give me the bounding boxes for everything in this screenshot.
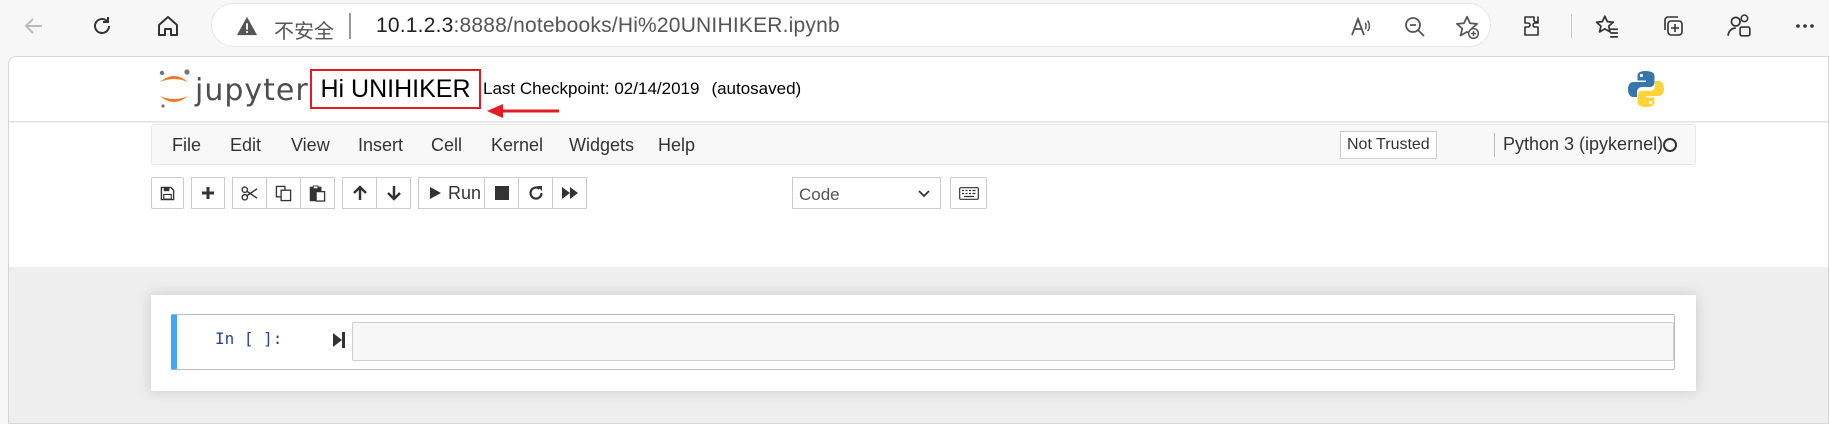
copy-icon (275, 185, 292, 201)
arrow-down-icon (386, 186, 401, 201)
restart-button[interactable] (518, 177, 553, 209)
menu-file[interactable]: File (172, 135, 201, 156)
run-button[interactable]: Run (418, 177, 485, 209)
python-logo-icon (1628, 71, 1664, 107)
restart-run-all-button[interactable] (552, 177, 587, 209)
notebook-page: jupyter Hi UNIHIKER Last Checkpoint: 02/… (8, 56, 1829, 424)
code-input[interactable] (352, 322, 1674, 361)
read-aloud-icon[interactable] (1347, 14, 1373, 40)
back-icon[interactable] (18, 10, 50, 42)
fast-forward-icon (561, 187, 578, 199)
copy-button[interactable] (266, 177, 301, 209)
url-path: :8888/notebooks/Hi%20UNIHIKER.ipynb (453, 14, 840, 37)
warning-icon (236, 16, 258, 36)
menu-widgets[interactable]: Widgets (569, 135, 634, 156)
scissors-icon (241, 185, 258, 201)
arrow-up-icon (352, 185, 367, 200)
menu-cell[interactable]: Cell (431, 135, 462, 156)
browser-toolbar: 不安全 10.1.2.3:8888/notebooks/Hi%20UNIHIKE… (0, 0, 1829, 52)
kernel-idle-indicator (1663, 138, 1677, 152)
restart-icon (528, 186, 543, 200)
address-bar[interactable]: 不安全 10.1.2.3:8888/notebooks/Hi%20UNIHIKE… (211, 3, 1491, 47)
interrupt-button[interactable] (484, 177, 519, 209)
extensions-icon[interactable] (1517, 10, 1549, 42)
notebook-header: jupyter Hi UNIHIKER Last Checkpoint: 02/… (9, 57, 1828, 122)
insert-cell-button[interactable] (191, 177, 225, 209)
jupyter-logo-icon (159, 69, 190, 108)
annotation-arrow-icon (487, 104, 559, 118)
toolbar-divider (1571, 14, 1572, 38)
run-label: Run (448, 182, 482, 203)
trust-button[interactable]: Not Trusted (1340, 131, 1437, 159)
zoom-out-icon[interactable] (1402, 14, 1428, 40)
chevron-down-icon (918, 190, 930, 198)
menu-insert[interactable]: Insert (358, 135, 403, 156)
menu-edit[interactable]: Edit (230, 135, 261, 156)
autosave-status: (autosaved) (711, 79, 802, 98)
run-cell-icon[interactable] (332, 331, 346, 349)
command-palette-button[interactable] (950, 177, 987, 209)
cell-prompt: In [ ]: (215, 329, 283, 348)
save-icon (160, 186, 175, 200)
kernel-divider (1494, 133, 1495, 157)
menu-view[interactable]: View (291, 135, 330, 156)
refresh-icon[interactable] (86, 10, 118, 42)
checkpoint-status: Last Checkpoint: 02/14/2019 (autosaved) (483, 79, 801, 99)
jupyter-logo[interactable]: jupyter (157, 66, 317, 112)
plus-icon (202, 187, 214, 199)
url-text[interactable]: 10.1.2.3:8888/notebooks/Hi%20UNIHIKER.ip… (376, 14, 840, 38)
notebook-title[interactable]: Hi UNIHIKER (310, 69, 481, 109)
favorites-icon[interactable] (1591, 10, 1623, 42)
more-options-icon[interactable] (1789, 10, 1821, 42)
jupyter-logo-text: jupyter (195, 73, 309, 108)
insecure-label[interactable]: 不安全 (274, 15, 334, 44)
address-separator (349, 13, 351, 39)
play-icon (430, 187, 441, 199)
url-host: 10.1.2.3 (376, 14, 454, 37)
add-favorite-icon[interactable] (1454, 14, 1480, 40)
paste-icon (309, 184, 326, 202)
profile-icon[interactable] (1723, 10, 1755, 42)
menubar: File Edit View Insert Cell Kernel Widget… (151, 124, 1696, 165)
keyboard-icon (958, 186, 979, 200)
home-icon[interactable] (152, 10, 184, 42)
notebook-container: In [ ]: (151, 295, 1696, 391)
cut-button[interactable] (232, 177, 267, 209)
code-cell[interactable]: In [ ]: (171, 314, 1675, 370)
paste-button[interactable] (300, 177, 335, 209)
menubar-container: File Edit View Insert Cell Kernel Widget… (9, 123, 1828, 267)
menu-kernel[interactable]: Kernel (491, 135, 543, 156)
move-down-button[interactable] (376, 177, 411, 209)
save-button[interactable] (151, 177, 184, 209)
kernel-name[interactable]: Python 3 (ipykernel) (1503, 134, 1663, 155)
cell-type-value: Code (799, 185, 840, 204)
collections-icon[interactable] (1657, 10, 1689, 42)
menu-help[interactable]: Help (658, 135, 695, 156)
checkpoint-text: Last Checkpoint: 02/14/2019 (483, 79, 700, 98)
stop-icon (494, 186, 509, 200)
cell-type-select[interactable]: Code (792, 177, 941, 209)
move-up-button[interactable] (342, 177, 377, 209)
